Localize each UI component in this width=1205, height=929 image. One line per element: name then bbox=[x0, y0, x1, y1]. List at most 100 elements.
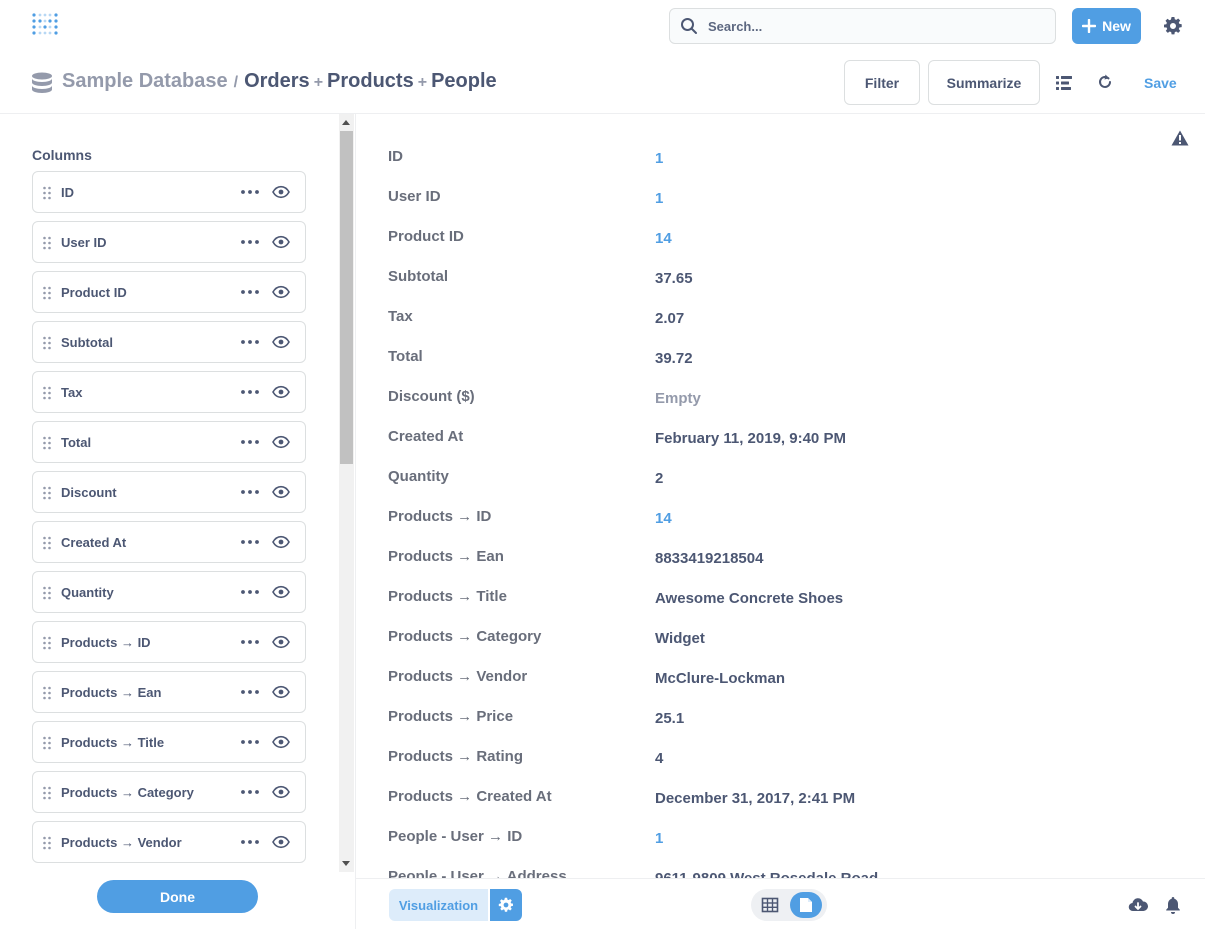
grip-icon[interactable] bbox=[42, 736, 52, 750]
grip-icon[interactable] bbox=[42, 536, 52, 550]
breadcrumb-table-orders[interactable]: Orders bbox=[244, 70, 310, 93]
ellipsis-icon[interactable] bbox=[240, 485, 260, 499]
breadcrumb-table-people[interactable]: People bbox=[431, 70, 497, 93]
scroll-down-arrow[interactable] bbox=[342, 861, 350, 866]
ellipsis-icon[interactable] bbox=[240, 585, 260, 599]
ellipsis-icon[interactable] bbox=[240, 235, 260, 249]
table-icon[interactable] bbox=[761, 896, 779, 914]
column-item[interactable]: User ID bbox=[32, 221, 306, 263]
eye-icon[interactable] bbox=[272, 634, 290, 650]
scrollbar-thumb[interactable] bbox=[340, 131, 353, 464]
save-button[interactable]: Save bbox=[1144, 75, 1177, 91]
grip-icon[interactable] bbox=[42, 286, 52, 300]
eye-icon[interactable] bbox=[272, 734, 290, 750]
grip-icon[interactable] bbox=[42, 686, 52, 700]
new-button[interactable]: New bbox=[1072, 8, 1141, 44]
column-item[interactable]: Products → Title bbox=[32, 721, 306, 763]
ellipsis-icon[interactable] bbox=[240, 335, 260, 349]
detail-value[interactable]: 1 bbox=[655, 150, 663, 167]
grip-icon[interactable] bbox=[42, 386, 52, 400]
ellipsis-icon[interactable] bbox=[240, 735, 260, 749]
eye-icon[interactable] bbox=[272, 784, 290, 800]
column-item[interactable]: Total bbox=[32, 421, 306, 463]
grip-icon[interactable] bbox=[42, 586, 52, 600]
column-item[interactable]: Products → Category bbox=[32, 771, 306, 813]
view-footer: Visualization bbox=[356, 878, 1205, 929]
column-item[interactable]: Subtotal bbox=[32, 321, 306, 363]
eye-icon[interactable] bbox=[272, 584, 290, 600]
column-item-label: Products → Ean bbox=[61, 685, 162, 700]
notebook-icon[interactable] bbox=[1055, 74, 1073, 92]
detail-key: Products → ID bbox=[388, 508, 492, 525]
eye-icon[interactable] bbox=[272, 284, 290, 300]
eye-icon[interactable] bbox=[272, 684, 290, 700]
breadcrumb-separator: / bbox=[233, 74, 239, 91]
refresh-icon[interactable] bbox=[1096, 73, 1114, 91]
eye-icon[interactable] bbox=[272, 534, 290, 550]
column-item[interactable]: Discount bbox=[32, 471, 306, 513]
eye-icon[interactable] bbox=[272, 484, 290, 500]
column-item[interactable]: Quantity bbox=[32, 571, 306, 613]
ellipsis-icon[interactable] bbox=[240, 385, 260, 399]
ellipsis-icon[interactable] bbox=[240, 285, 260, 299]
detail-value[interactable]: 14 bbox=[655, 510, 672, 527]
summarize-button[interactable]: Summarize bbox=[928, 60, 1040, 105]
column-item-label: ID bbox=[61, 185, 74, 200]
grip-icon[interactable] bbox=[42, 186, 52, 200]
scroll-up-arrow[interactable] bbox=[342, 120, 350, 125]
metabase-logo-icon[interactable] bbox=[31, 11, 59, 39]
detail-value: 39.72 bbox=[655, 350, 693, 367]
column-item[interactable]: Products → Ean bbox=[32, 671, 306, 713]
detail-value[interactable]: 14 bbox=[655, 230, 672, 247]
grip-icon[interactable] bbox=[42, 436, 52, 450]
gear-icon[interactable] bbox=[1163, 16, 1183, 36]
column-item[interactable]: Product ID bbox=[32, 271, 306, 313]
breadcrumb-table-products[interactable]: Products bbox=[327, 70, 414, 93]
object-detail-toggle[interactable] bbox=[790, 892, 822, 918]
visualization-button[interactable]: Visualization bbox=[389, 889, 488, 921]
visualization-settings-button[interactable] bbox=[490, 889, 522, 921]
warning-icon[interactable] bbox=[1171, 130, 1189, 146]
grip-icon[interactable] bbox=[42, 486, 52, 500]
column-item[interactable]: Tax bbox=[32, 371, 306, 413]
grip-icon[interactable] bbox=[42, 636, 52, 650]
eye-icon[interactable] bbox=[272, 434, 290, 450]
detail-value: Awesome Concrete Shoes bbox=[655, 590, 844, 607]
ellipsis-icon[interactable] bbox=[240, 435, 260, 449]
sidebar-scrollbar[interactable] bbox=[339, 114, 354, 872]
breadcrumb-plus: + bbox=[417, 74, 428, 91]
done-button[interactable]: Done bbox=[97, 880, 258, 913]
filter-button[interactable]: Filter bbox=[844, 60, 920, 105]
breadcrumb-database[interactable]: Sample Database bbox=[62, 70, 228, 93]
detail-row: Products → Category Widget bbox=[388, 628, 1188, 668]
column-item[interactable]: Products → Vendor bbox=[32, 821, 306, 863]
ellipsis-icon[interactable] bbox=[240, 185, 260, 199]
detail-value[interactable]: 1 bbox=[655, 190, 663, 207]
grip-icon[interactable] bbox=[42, 836, 52, 850]
eye-icon[interactable] bbox=[272, 334, 290, 350]
eye-icon[interactable] bbox=[272, 834, 290, 850]
column-item[interactable]: ID bbox=[32, 171, 306, 213]
ellipsis-icon[interactable] bbox=[240, 535, 260, 549]
detail-key: Total bbox=[388, 348, 423, 365]
column-item[interactable]: Products → ID bbox=[32, 621, 306, 663]
detail-row: Products → Ean 8833419218504 bbox=[388, 548, 1188, 588]
bell-icon[interactable] bbox=[1163, 895, 1183, 915]
eye-icon[interactable] bbox=[272, 384, 290, 400]
grip-icon[interactable] bbox=[42, 786, 52, 800]
column-item[interactable]: Created At bbox=[32, 521, 306, 563]
ellipsis-icon[interactable] bbox=[240, 835, 260, 849]
detail-value[interactable]: 1 bbox=[655, 830, 663, 847]
grip-icon[interactable] bbox=[42, 336, 52, 350]
eye-icon[interactable] bbox=[272, 184, 290, 200]
search-bar[interactable] bbox=[669, 8, 1056, 44]
grip-icon[interactable] bbox=[42, 236, 52, 250]
ellipsis-icon[interactable] bbox=[240, 635, 260, 649]
eye-icon[interactable] bbox=[272, 234, 290, 250]
download-icon[interactable] bbox=[1128, 895, 1148, 915]
detail-value: February 11, 2019, 9:40 PM bbox=[655, 430, 846, 447]
ellipsis-icon[interactable] bbox=[240, 785, 260, 799]
ellipsis-icon[interactable] bbox=[240, 685, 260, 699]
search-input[interactable] bbox=[708, 18, 1008, 34]
top-nav: New bbox=[0, 0, 1205, 52]
